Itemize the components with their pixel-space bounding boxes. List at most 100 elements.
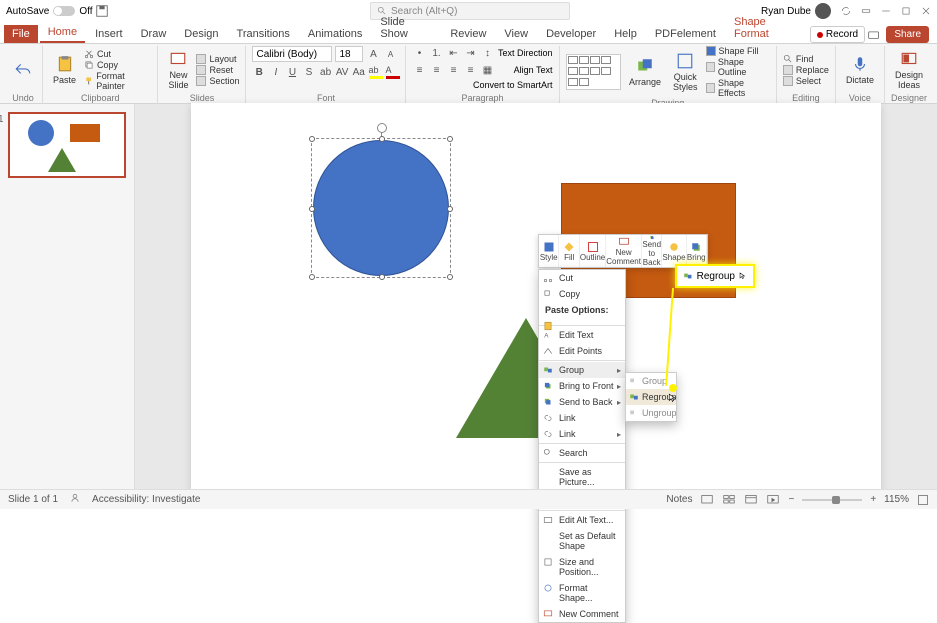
tab-animations[interactable]: Animations bbox=[300, 25, 370, 43]
ctx-send-back[interactable]: Send to Back▸ bbox=[539, 394, 625, 410]
ctx-link[interactable]: Link bbox=[539, 410, 625, 426]
ctx-edit-points[interactable]: Edit Points bbox=[539, 343, 625, 359]
ctx-cut[interactable]: Cut bbox=[539, 270, 625, 286]
align-center-button[interactable]: ≡ bbox=[429, 63, 443, 77]
ribbon-options-icon[interactable] bbox=[861, 6, 871, 16]
language-indicator[interactable] bbox=[70, 493, 80, 506]
handle-w-icon[interactable] bbox=[309, 206, 315, 212]
case-button[interactable]: Aa bbox=[352, 65, 366, 79]
mini-outline-button[interactable]: Outline bbox=[580, 235, 606, 267]
mini-send-back-button[interactable]: Send to Back bbox=[642, 235, 662, 267]
layout-button[interactable]: Layout bbox=[196, 54, 239, 64]
indent-dec-button[interactable]: ⇤ bbox=[446, 46, 460, 60]
zoom-in-button[interactable]: + bbox=[870, 494, 876, 505]
close-icon[interactable] bbox=[921, 6, 931, 16]
shape-effects-button[interactable]: Shape Effects bbox=[706, 78, 770, 98]
handle-se-icon[interactable] bbox=[447, 274, 453, 280]
tab-pdfelement[interactable]: PDFelement bbox=[647, 25, 724, 43]
fit-window-icon[interactable] bbox=[917, 494, 929, 506]
section-button[interactable]: Section bbox=[196, 76, 239, 86]
shadow-button[interactable]: ab bbox=[319, 65, 333, 79]
slide-canvas[interactable] bbox=[191, 103, 881, 491]
align-left-button[interactable]: ≡ bbox=[412, 63, 426, 77]
decrease-font-icon[interactable]: A bbox=[383, 47, 397, 61]
handle-sw-icon[interactable] bbox=[309, 274, 315, 280]
mini-style-button[interactable]: Style bbox=[539, 235, 559, 267]
slide-thumbnail-1[interactable]: 1 bbox=[8, 112, 126, 178]
convert-smartart-button[interactable]: Convert to SmartArt bbox=[412, 80, 552, 90]
accessibility-status[interactable]: Accessibility: Investigate bbox=[92, 494, 200, 505]
notes-button[interactable]: Notes bbox=[666, 494, 692, 505]
dictate-button[interactable]: Dictate bbox=[842, 53, 878, 87]
thumbnail-pane[interactable]: 1 bbox=[0, 104, 135, 489]
spacing-button[interactable]: AV bbox=[335, 65, 349, 79]
zoom-out-button[interactable]: − bbox=[788, 494, 794, 505]
find-button[interactable]: Find bbox=[783, 54, 829, 64]
minimize-icon[interactable] bbox=[881, 6, 891, 16]
tab-developer[interactable]: Developer bbox=[538, 25, 604, 43]
justify-button[interactable]: ≡ bbox=[463, 63, 477, 77]
strike-button[interactable]: S bbox=[302, 65, 316, 79]
reading-view-icon[interactable] bbox=[744, 494, 758, 506]
save-icon[interactable] bbox=[95, 4, 109, 18]
tab-slideshow[interactable]: Slide Show bbox=[372, 13, 440, 43]
cut-button[interactable]: Cut bbox=[84, 49, 151, 59]
indent-inc-button[interactable]: ⇥ bbox=[463, 46, 477, 60]
ctx-paste-option[interactable] bbox=[539, 318, 625, 324]
ctx-search[interactable]: Search bbox=[539, 445, 625, 461]
bullets-button[interactable]: • bbox=[412, 46, 426, 60]
ctx-size-position[interactable]: Size and Position... bbox=[539, 554, 625, 580]
record-button[interactable]: Record bbox=[810, 26, 865, 43]
numbering-button[interactable]: 1. bbox=[429, 46, 443, 60]
shape-outline-button[interactable]: Shape Outline bbox=[706, 57, 770, 77]
tab-shape-format[interactable]: Shape Format bbox=[726, 13, 808, 43]
quick-styles-button[interactable]: Quick Styles bbox=[669, 50, 702, 94]
ctx-bring-front[interactable]: Bring to Front▸ bbox=[539, 378, 625, 394]
slide-counter[interactable]: Slide 1 of 1 bbox=[8, 494, 58, 505]
rotation-handle-icon[interactable] bbox=[377, 123, 387, 133]
ctx-group[interactable]: Group▸ bbox=[539, 362, 625, 378]
align-right-button[interactable]: ≡ bbox=[446, 63, 460, 77]
tab-home[interactable]: Home bbox=[40, 23, 85, 43]
share-button[interactable]: Share bbox=[886, 26, 929, 43]
mini-new-comment-button[interactable]: New Comment bbox=[606, 235, 642, 267]
columns-button[interactable]: ▦ bbox=[480, 63, 494, 77]
tab-design[interactable]: Design bbox=[176, 25, 226, 43]
ctx-new-comment[interactable]: New Comment bbox=[539, 606, 625, 622]
tab-view[interactable]: View bbox=[496, 25, 536, 43]
design-ideas-button[interactable]: Design Ideas bbox=[891, 48, 927, 92]
italic-button[interactable]: I bbox=[269, 65, 283, 79]
autosave-toggle[interactable]: AutoSave Off bbox=[6, 6, 93, 17]
line-spacing-button[interactable]: ↕ bbox=[480, 46, 494, 60]
font-name-select[interactable] bbox=[252, 46, 332, 62]
mini-fill-button[interactable]: Fill bbox=[559, 235, 579, 267]
sync-icon[interactable] bbox=[841, 6, 851, 16]
select-button[interactable]: Select bbox=[783, 76, 829, 86]
handle-nw-icon[interactable] bbox=[309, 136, 315, 142]
ctx-link2[interactable]: Link▸ bbox=[539, 426, 625, 442]
handle-n-icon[interactable] bbox=[379, 136, 385, 142]
normal-view-icon[interactable] bbox=[700, 494, 714, 506]
arrange-button[interactable]: Arrange bbox=[625, 55, 665, 89]
slideshow-view-icon[interactable] bbox=[766, 494, 780, 506]
copy-button[interactable]: Copy bbox=[84, 60, 151, 70]
handle-s-icon[interactable] bbox=[379, 274, 385, 280]
reset-button[interactable]: Reset bbox=[196, 65, 239, 75]
ctx-save-picture[interactable]: Save as Picture... bbox=[539, 464, 625, 490]
replace-button[interactable]: Replace bbox=[783, 65, 829, 75]
shapes-gallery[interactable] bbox=[566, 54, 621, 90]
tab-review[interactable]: Review bbox=[442, 25, 494, 43]
maximize-icon[interactable] bbox=[901, 6, 911, 16]
ctx-set-default[interactable]: Set as Default Shape bbox=[539, 528, 625, 554]
tab-help[interactable]: Help bbox=[606, 25, 645, 43]
zoom-slider[interactable] bbox=[802, 499, 862, 501]
font-size-select[interactable] bbox=[335, 46, 363, 62]
tab-insert[interactable]: Insert bbox=[87, 25, 131, 43]
bold-button[interactable]: B bbox=[252, 65, 266, 79]
comments-icon[interactable] bbox=[867, 29, 880, 43]
handle-e-icon[interactable] bbox=[447, 206, 453, 212]
tab-file[interactable]: File bbox=[4, 25, 38, 43]
text-direction-button[interactable]: Text Direction bbox=[498, 48, 553, 58]
increase-font-icon[interactable]: A bbox=[366, 47, 380, 61]
ctx-edit-text[interactable]: AEdit Text bbox=[539, 327, 625, 343]
